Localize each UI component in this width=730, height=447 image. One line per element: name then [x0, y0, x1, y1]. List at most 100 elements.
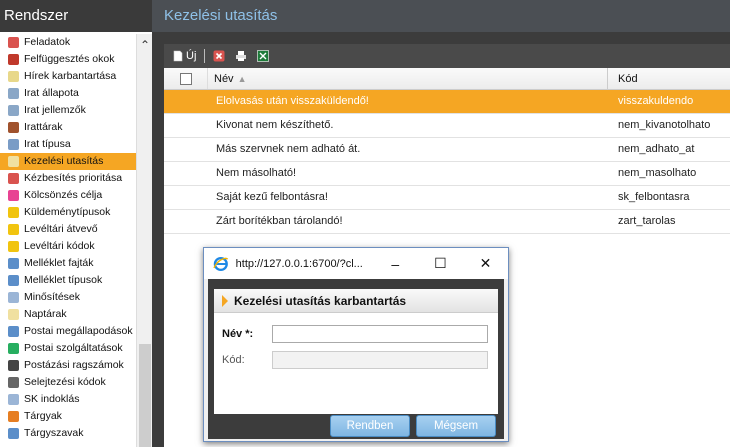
priority-icon: [8, 173, 19, 184]
lending-icon: [8, 190, 19, 201]
name-label: Név *:: [222, 328, 254, 340]
sidebar-item[interactable]: Postázási ragszámok: [0, 357, 136, 374]
table-row[interactable]: Nem másolható! nem_masolhato: [164, 162, 730, 186]
sidebar: Rendszer Feladatok Felfüggesztés okok Híre…: [0, 0, 152, 447]
column-header-code[interactable]: Kód: [608, 68, 730, 89]
sidebar-item-label: Feladatok: [24, 36, 71, 48]
sidebar-item-label: Irattárak: [24, 121, 63, 133]
toolbar-separator: [204, 49, 206, 63]
select-all-checkbox[interactable]: [179, 72, 192, 85]
popup-url: http://127.0.0.1:6700/?cl...: [235, 257, 363, 270]
column-name-label: Név: [214, 73, 234, 85]
table-row[interactable]: Kivonat nem készíthető. nem_kivanotolhato: [164, 114, 730, 138]
sidebar-item-label: Irat állapota: [24, 87, 79, 99]
scroll-up-icon[interactable]: ⌃: [137, 34, 153, 52]
sidebar-item-label: Melléklet fajták: [24, 257, 94, 269]
doc-status-icon: [8, 88, 19, 99]
sidebar-item[interactable]: SK indoklás: [0, 391, 136, 408]
sidebar-item[interactable]: Tárgyak: [0, 408, 136, 425]
attachment-type-icon: [8, 275, 19, 286]
cell-name: Zárt borítékban tárolandó!: [216, 215, 343, 227]
sidebar-item[interactable]: Postai szolgáltatások: [0, 340, 136, 357]
toolbar: Új: [164, 44, 730, 68]
sidebar-item[interactable]: Tárgyszavak: [0, 425, 136, 442]
row-check-cell[interactable]: [164, 186, 208, 209]
sidebar-item[interactable]: Irattárak: [0, 119, 136, 136]
grid-header: Név ▲ Kód: [164, 68, 730, 90]
row-check-cell[interactable]: [164, 162, 208, 185]
cell-name: Elolvasás után visszaküldendő!: [216, 95, 369, 107]
scroll-thumb[interactable]: [139, 344, 151, 447]
sidebar-item[interactable]: Minősítések: [0, 289, 136, 306]
cell-name: Kivonat nem készíthető.: [216, 119, 334, 131]
sidebar-item-label: Kölcsönzés célja: [24, 189, 103, 201]
sidebar-item[interactable]: Küldeménytípusok: [0, 204, 136, 221]
cancel-button[interactable]: Mégsem: [416, 415, 496, 437]
sidebar-item-label: Postai megállapodások: [24, 325, 133, 337]
internet-explorer-icon: [213, 256, 229, 271]
excel-export-button[interactable]: [257, 50, 271, 62]
sidebar-item[interactable]: Kezelési utasítás: [0, 153, 136, 170]
sidebar-item-label: SK indoklás: [24, 393, 80, 405]
sort-asc-icon: ▲: [237, 74, 247, 84]
sidebar-item-label: Irat típusa: [24, 138, 71, 150]
row-check-cell[interactable]: [164, 90, 208, 113]
minimize-icon[interactable]: –: [373, 256, 418, 272]
sidebar-item-label: Levéltári átvevő: [24, 223, 98, 235]
sidebar-item-label: Minősítések: [24, 291, 81, 303]
delete-button[interactable]: [213, 50, 227, 62]
cell-code: sk_felbontasra: [618, 191, 690, 203]
print-button[interactable]: [235, 50, 249, 62]
row-check-cell[interactable]: [164, 114, 208, 137]
maximize-icon[interactable]: ☐: [418, 255, 463, 272]
sidebar-item[interactable]: Irat típusa: [0, 136, 136, 153]
sidebar-item[interactable]: Melléklet fajták: [0, 255, 136, 272]
sidebar-item[interactable]: Kölcsönzés célja: [0, 187, 136, 204]
column-header-name[interactable]: Név ▲: [208, 68, 608, 89]
sidebar-item[interactable]: Irat jellemzők: [0, 102, 136, 119]
sidebar-title: Rendszer: [0, 0, 152, 32]
name-input[interactable]: [272, 325, 488, 343]
sidebar-item[interactable]: Kézbesítés prioritása: [0, 170, 136, 187]
table-row[interactable]: Saját kezű felbontásra! sk_felbontasra: [164, 186, 730, 210]
main-header: Kezelési utasítás: [152, 0, 730, 32]
sidebar-item[interactable]: Felfüggesztés okok: [0, 51, 136, 68]
row-check-cell[interactable]: [164, 138, 208, 161]
cell-name: Saját kezű felbontásra!: [216, 191, 328, 203]
table-row[interactable]: Elolvasás után visszaküldendő! visszakuld…: [164, 90, 730, 114]
sidebar-item[interactable]: Naptárak: [0, 306, 136, 323]
sidebar-item[interactable]: Melléklet típusok: [0, 272, 136, 289]
sidebar-item[interactable]: Feladatok: [0, 34, 136, 51]
sidebar-item-label: Hírek karbantartása: [24, 70, 117, 82]
table-row[interactable]: Más szervnek nem adható át. nem_adhato_at: [164, 138, 730, 162]
sidebar-item[interactable]: Levéltári átvevő: [0, 221, 136, 238]
sidebar-scrollbar[interactable]: ⌃: [136, 34, 152, 447]
sidebar-item-label: Melléklet típusok: [24, 274, 103, 286]
sk-reason-icon: [8, 394, 19, 405]
code-input[interactable]: [272, 351, 488, 369]
sidebar-item[interactable]: Hírek karbantartása: [0, 68, 136, 85]
sidebar-item[interactable]: Postai megállapodások: [0, 323, 136, 340]
row-check-cell[interactable]: [164, 210, 208, 233]
cell-name: Nem másolható!: [216, 167, 297, 179]
sidebar-item-label: Tárgyak: [24, 410, 62, 422]
new-button[interactable]: Új: [172, 50, 196, 62]
archive-code-icon: [8, 241, 19, 252]
sidebar-item-label: Felfüggesztés okok: [24, 53, 115, 65]
column-code-label: Kód: [618, 73, 638, 85]
ok-button[interactable]: Rendben: [330, 415, 410, 437]
table-row[interactable]: Zárt borítékban tárolandó! zart_tarolas: [164, 210, 730, 234]
sidebar-item-label: Tárgyszavak: [24, 427, 84, 439]
new-button-label: Új: [186, 50, 197, 62]
edit-form-title: Kezelési utasítás karbantartás: [214, 289, 498, 313]
grid-rows: Elolvasás után visszaküldendő! visszakuld…: [164, 90, 730, 234]
title-arrow-icon: [222, 294, 228, 307]
doc-type-icon: [8, 139, 19, 150]
sidebar-item[interactable]: Irat állapota: [0, 85, 136, 102]
sidebar-item[interactable]: Selejtezési kódok: [0, 374, 136, 391]
tasks-icon: [8, 37, 19, 48]
sidebar-item-label: Postázási ragszámok: [24, 359, 124, 371]
sidebar-item[interactable]: Levéltári kódok: [0, 238, 136, 255]
close-icon[interactable]: ✕: [463, 255, 508, 272]
postal-label-icon: [8, 360, 19, 371]
